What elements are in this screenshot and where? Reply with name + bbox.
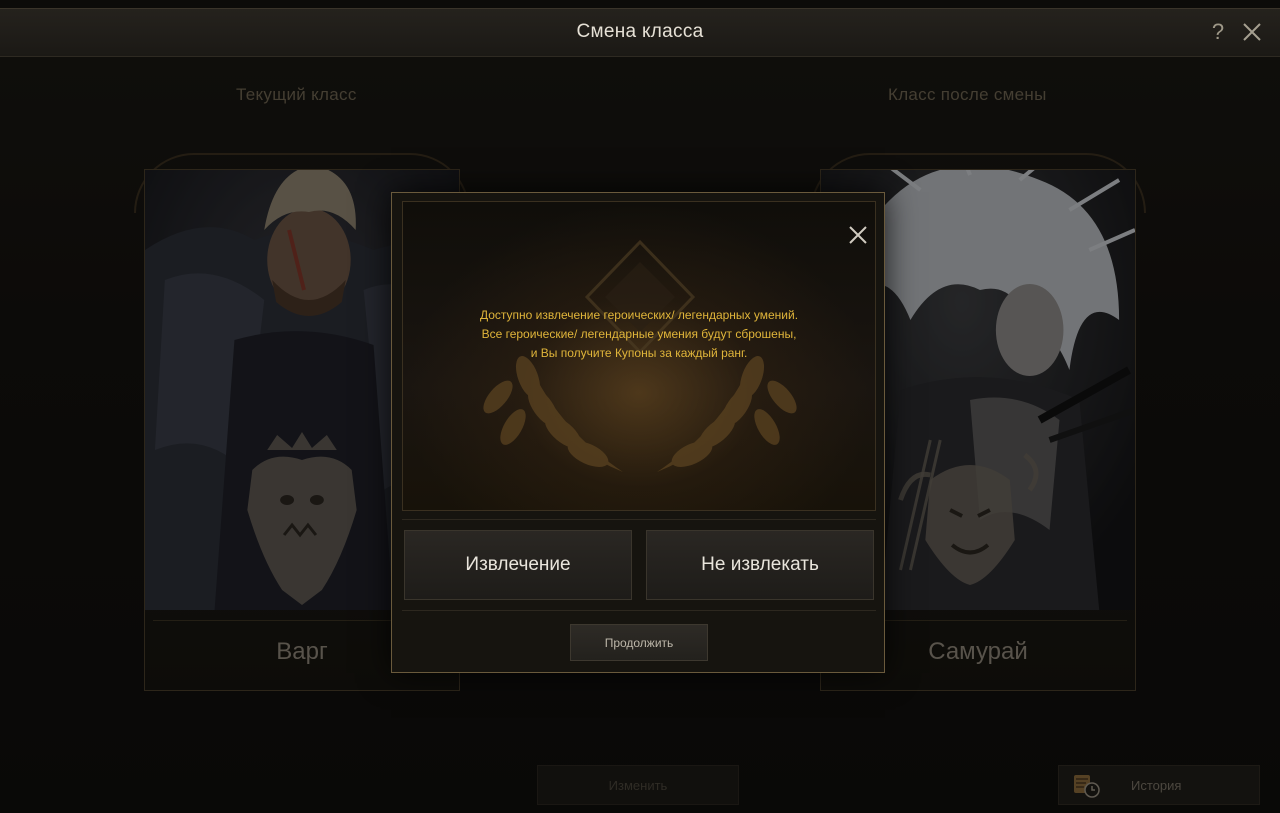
skip-extraction-button[interactable]: Не извлекать: [646, 530, 874, 600]
window-title: Смена класса: [576, 21, 704, 42]
continue-button[interactable]: Продолжить: [570, 624, 708, 661]
target-class-label: Класс после смены: [888, 85, 1047, 104]
dialog-message-line: и Вы получите Купоны за каждый ранг.: [530, 346, 748, 360]
scroll-clock-icon: [1074, 775, 1100, 798]
dialog-message: Доступно извлечение героических/ легенда…: [403, 306, 875, 363]
history-button[interactable]: История: [1058, 765, 1260, 805]
close-icon[interactable]: [1238, 17, 1266, 47]
title-bar: Смена класса ?: [0, 9, 1280, 57]
dialog-message-area: Доступно извлечение героических/ легенда…: [402, 201, 876, 511]
extract-button[interactable]: Извлечение: [404, 530, 632, 600]
skill-extraction-dialog: Доступно извлечение героических/ легенда…: [391, 192, 885, 673]
dialog-close-icon[interactable]: [843, 220, 873, 250]
history-label: История: [1131, 777, 1182, 793]
change-class-button[interactable]: Изменить: [537, 765, 739, 805]
extraction-choice-row: Извлечение Не извлекать: [402, 519, 876, 611]
current-class-label: Текущий класс: [236, 85, 357, 104]
dialog-message-line: Доступно извлечение героических/ легенда…: [479, 308, 799, 322]
dialog-message-line: Все героические/ легендарные умения буду…: [481, 327, 797, 341]
help-icon[interactable]: ?: [1204, 17, 1232, 47]
